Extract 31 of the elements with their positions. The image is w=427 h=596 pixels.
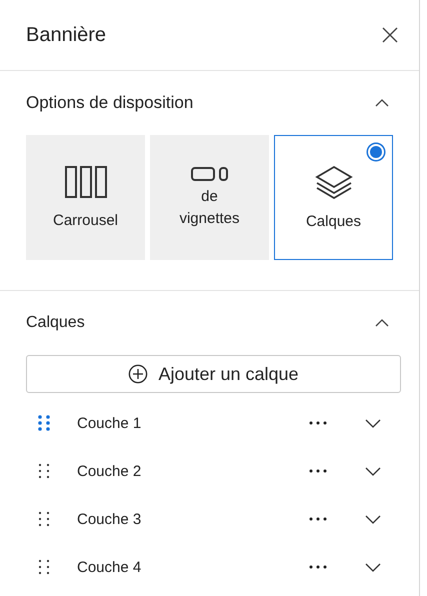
expand-icon[interactable] [365,514,381,524]
layout-option[interactable]: Calques [274,135,393,260]
layout-option[interactable]: Carrousel [26,135,145,260]
layers-icon [314,165,352,199]
expand-icon[interactable] [365,418,381,428]
columns-icon [64,166,106,198]
layer-name[interactable]: Couche 4 [77,558,309,576]
layer-name[interactable]: Couche 1 [77,414,309,432]
expand-icon[interactable] [365,466,381,476]
drag-handle-icon[interactable] [38,559,50,575]
more-icon[interactable] [309,565,327,569]
tiles-icon [190,166,228,182]
layer-name[interactable]: Couche 2 [77,462,309,480]
panel-title: Bannière [26,24,106,46]
more-icon[interactable] [309,469,327,473]
drag-handle-icon[interactable] [38,511,50,527]
layer-name[interactable]: Couche 3 [77,510,309,528]
section-title: Calques [26,314,85,332]
drag-handle-icon[interactable] [38,463,50,479]
close-icon[interactable] [382,27,398,43]
collapse-icon[interactable] [375,99,389,107]
collapse-icon[interactable] [375,319,389,327]
more-icon[interactable] [309,421,327,425]
drag-handle-icon[interactable] [38,415,50,431]
add-layer-button[interactable]: Ajouter un calque [26,355,401,393]
radio-icon [370,146,382,158]
section-title: Options de disposition [26,93,194,113]
more-icon[interactable] [309,517,327,521]
expand-icon[interactable] [365,562,381,572]
add-icon [128,364,148,384]
layout-option[interactable]: de vignettes [150,135,269,260]
